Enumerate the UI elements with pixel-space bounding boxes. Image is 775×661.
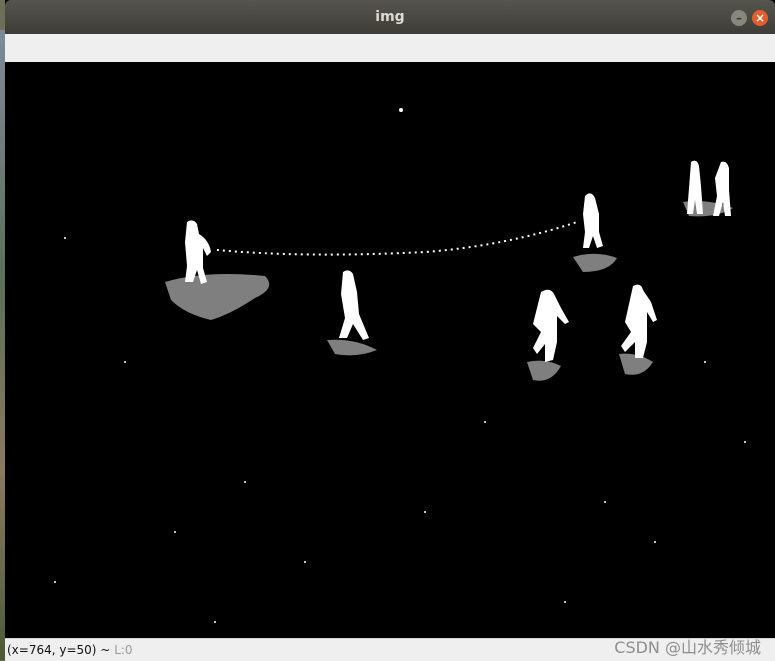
- image-window: img – × (x=764, y=50) ~ L:0 CSDN @山水秀倾城: [5, 0, 775, 661]
- image-canvas[interactable]: [5, 62, 775, 638]
- close-icon: ×: [754, 11, 766, 25]
- toolbar: [5, 34, 775, 63]
- watermark: CSDN @山水秀倾城: [614, 638, 761, 657]
- level-text: L:0: [114, 643, 133, 657]
- foreground-mask-image: [5, 62, 775, 638]
- minimize-icon: –: [736, 11, 742, 25]
- window-title: img: [375, 9, 405, 25]
- coords-readout: (x=764, y=50) ~ L:0: [7, 640, 133, 660]
- minimize-button[interactable]: –: [731, 10, 747, 26]
- status-bar: (x=764, y=50) ~ L:0 CSDN @山水秀倾城: [5, 638, 775, 661]
- title-bar[interactable]: img – ×: [5, 0, 775, 34]
- coords-text: (x=764, y=50) ~: [7, 643, 111, 657]
- close-button[interactable]: ×: [752, 10, 768, 26]
